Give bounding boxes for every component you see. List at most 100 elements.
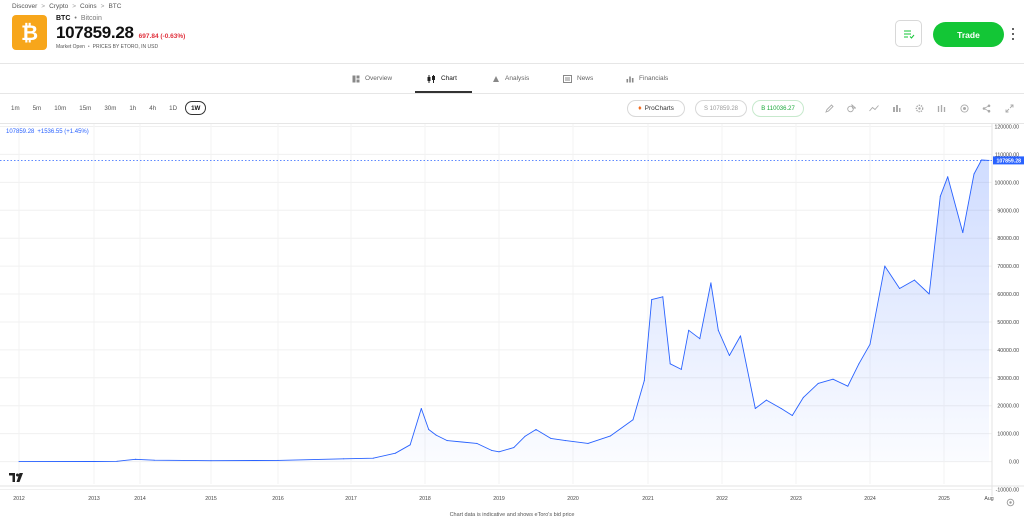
bar-type-icon[interactable] xyxy=(935,101,949,115)
x-tick-label: 2020 xyxy=(567,496,579,502)
timeframe-10m[interactable]: 10m xyxy=(49,101,71,115)
breadcrumb-discover[interactable]: Discover xyxy=(12,3,37,10)
asset-name: Bitcoin xyxy=(80,15,102,22)
tab-chart-label: Chart xyxy=(441,75,457,82)
series-point xyxy=(662,296,664,298)
y-tick-label: -10000.00 xyxy=(996,488,1019,494)
tab-chart[interactable]: Chart xyxy=(427,64,457,93)
y-tick-label: 80000.00 xyxy=(997,236,1019,242)
series-point xyxy=(669,363,671,365)
series-point xyxy=(610,435,611,437)
series-point xyxy=(939,195,941,197)
breadcrumb-crypto[interactable]: Crypto xyxy=(49,3,68,10)
pencil-icon[interactable] xyxy=(822,101,836,115)
shapes-icon[interactable] xyxy=(845,101,859,115)
series-point xyxy=(651,299,653,301)
tab-news-label: News xyxy=(577,75,594,82)
tab-bar: Overview Chart Analysis News Financials xyxy=(0,64,1024,93)
y-tick-label: 70000.00 xyxy=(997,264,1019,270)
financials-icon xyxy=(626,76,634,82)
series-point xyxy=(884,265,886,267)
series-point xyxy=(428,429,430,430)
trade-button[interactable]: Trade xyxy=(933,22,1004,47)
market-dot: • xyxy=(87,44,90,50)
chart-canvas: -10000.00 0.00 10000.00 20000.00 30000.00 400… xyxy=(0,124,1024,502)
overview-icon xyxy=(352,75,360,82)
series-point xyxy=(765,399,767,401)
legend-price: 107859.28 xyxy=(6,129,35,135)
market-status: Market Open xyxy=(56,44,85,50)
price-chart[interactable]: -10000.00 0.00 10000.00 20000.00 30000.00 400… xyxy=(0,124,1024,509)
series-point xyxy=(740,335,741,337)
trend-line-icon[interactable] xyxy=(867,101,881,115)
more-options-icon[interactable] xyxy=(1009,26,1017,42)
timeframe-1d[interactable]: 1D xyxy=(164,101,182,115)
series-point xyxy=(394,452,396,454)
procharts-button[interactable]: ♦ ProCharts xyxy=(627,100,685,117)
tab-overview[interactable]: Overview xyxy=(352,64,392,93)
y-tick-label: 30000.00 xyxy=(997,376,1019,382)
chart-disclaimer: Chart data is indicative and shows eToro… xyxy=(449,512,575,518)
breadcrumb-coins[interactable]: Coins xyxy=(80,3,97,10)
chart-settings-icon[interactable] xyxy=(1006,494,1015,507)
timeframe-15m[interactable]: 15m xyxy=(74,101,96,115)
alert-icon[interactable] xyxy=(957,101,971,115)
series-point xyxy=(817,382,819,384)
series-point xyxy=(372,457,374,459)
y-tick-label: 10000.00 xyxy=(997,432,1019,438)
timeframe-30m[interactable]: 30m xyxy=(99,101,121,115)
bitcoin-glyph: ₿ xyxy=(21,21,38,45)
x-tick-label: 2021 xyxy=(642,496,654,502)
x-tick-label: Aug xyxy=(984,496,993,502)
asset-name-separator: • xyxy=(74,15,77,22)
series-point xyxy=(550,437,552,439)
series-point xyxy=(780,408,782,409)
chart-legend: 107859.28 +1536.55 (+1.45%) xyxy=(6,129,89,135)
settings-icon[interactable] xyxy=(912,101,926,115)
series-point xyxy=(498,451,500,453)
timeframe-selector: 1m 5m 10m 15m 30m 1h 4h 1D 1W xyxy=(6,101,209,115)
series-point xyxy=(535,429,537,430)
y-tick-label: 120000.00 xyxy=(994,125,1019,131)
breadcrumb-current: BTC xyxy=(108,2,122,10)
bitcoin-logo-icon: ₿ xyxy=(12,15,47,50)
x-tick-label: 2018 xyxy=(419,496,431,502)
series-point xyxy=(643,380,645,382)
timeframe-1h[interactable]: 1h xyxy=(124,101,141,115)
x-tick-label: 2016 xyxy=(272,496,284,502)
series-point xyxy=(513,447,515,449)
tab-financials[interactable]: Financials xyxy=(626,64,668,93)
series-point xyxy=(802,396,804,398)
asset-header: BTC • Bitcoin 107859.28 697.84 (-0.63%) … xyxy=(56,15,185,50)
series-point xyxy=(710,282,712,284)
timeframe-4h[interactable]: 4h xyxy=(144,101,161,115)
breadcrumb-separator: > xyxy=(100,2,105,10)
timeframe-5m[interactable]: 5m xyxy=(28,101,47,115)
series-point xyxy=(153,459,155,461)
watchlist-button[interactable] xyxy=(895,20,922,47)
series-point xyxy=(928,293,930,295)
asset-symbol: BTC xyxy=(56,15,71,22)
current-price-label: 107859.28 xyxy=(996,158,1021,164)
tradingview-logo-icon[interactable] xyxy=(9,473,23,482)
fullscreen-icon[interactable] xyxy=(1002,101,1016,115)
flame-icon: ♦ xyxy=(638,105,642,112)
share-icon[interactable] xyxy=(980,101,994,115)
tab-news[interactable]: News xyxy=(563,64,593,93)
series-point xyxy=(869,343,871,345)
series-point xyxy=(832,378,834,380)
indicators-icon[interactable] xyxy=(890,101,904,115)
series-point xyxy=(754,408,756,409)
tab-analysis-label: Analysis xyxy=(505,75,530,82)
series-area xyxy=(19,160,989,462)
y-tick-label: 50000.00 xyxy=(997,320,1019,326)
tab-analysis[interactable]: Analysis xyxy=(492,64,529,93)
sell-price-button[interactable]: S 107859.28 xyxy=(695,100,747,117)
timeframe-1w[interactable]: 1W xyxy=(185,101,207,115)
chart-icon xyxy=(427,74,435,83)
buy-price-button[interactable]: B 110036.27 xyxy=(752,100,804,117)
x-tick-label: 2025 xyxy=(938,496,950,502)
timeframe-1m[interactable]: 1m xyxy=(6,101,25,115)
news-icon xyxy=(563,74,572,83)
series-point xyxy=(409,444,411,446)
